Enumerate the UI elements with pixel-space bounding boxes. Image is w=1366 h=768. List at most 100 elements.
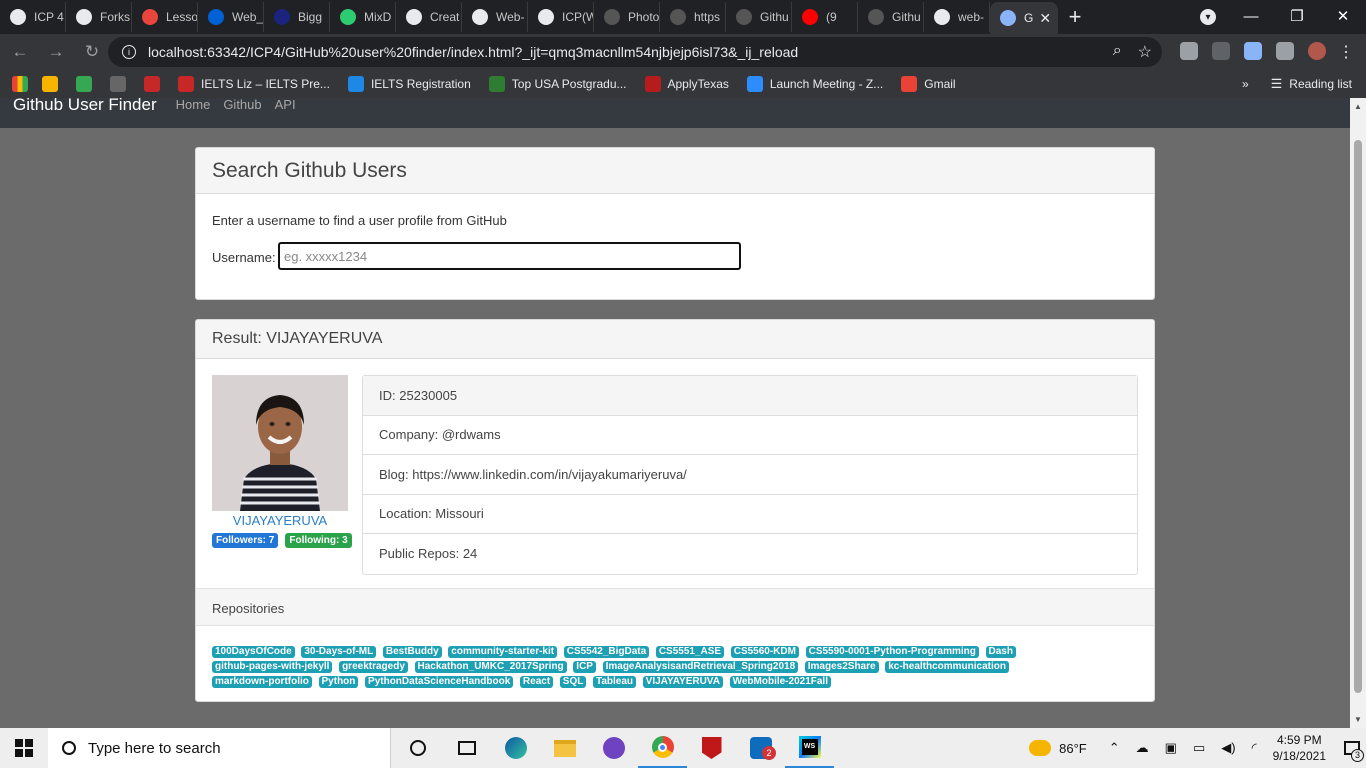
repo-badge[interactable]: markdown-portfolio bbox=[212, 676, 312, 688]
browser-menu-icon[interactable]: ⋮ bbox=[1338, 42, 1354, 62]
site-info-icon[interactable]: i bbox=[122, 45, 136, 59]
browser-tab[interactable]: web- bbox=[924, 2, 990, 32]
forward-icon[interactable]: → bbox=[40, 36, 72, 68]
browser-tab[interactable]: Lesso bbox=[132, 2, 198, 32]
repo-badge[interactable]: Hackathon_UMKC_2017Spring bbox=[414, 661, 567, 673]
github-desktop-icon[interactable] bbox=[589, 728, 638, 768]
more-bookmarks-icon[interactable]: » bbox=[1242, 77, 1249, 91]
nav-link-github[interactable]: Github bbox=[223, 98, 261, 113]
clock[interactable]: 4:59 PM 9/18/2021 bbox=[1273, 732, 1326, 764]
repo-badge[interactable]: community-starter-kit bbox=[448, 646, 558, 658]
tab-search-icon[interactable]: ▾ bbox=[1200, 9, 1216, 25]
bookmark-item[interactable] bbox=[42, 76, 58, 92]
scrollbar-thumb[interactable] bbox=[1354, 140, 1362, 693]
repo-badge[interactable]: CS5551_ASE bbox=[655, 646, 725, 658]
weather-icon[interactable] bbox=[1029, 740, 1052, 756]
edge-icon[interactable] bbox=[491, 728, 540, 768]
file-explorer-icon[interactable] bbox=[540, 728, 589, 768]
mail-icon[interactable]: 2 bbox=[736, 728, 785, 768]
browser-tab[interactable]: Githu bbox=[858, 2, 924, 32]
repo-badge[interactable]: Dash bbox=[985, 646, 1016, 658]
browser-tab[interactable]: ICP 4 bbox=[0, 2, 66, 32]
repo-badge[interactable]: ICP bbox=[573, 661, 596, 673]
profile-avatar[interactable] bbox=[1308, 42, 1326, 60]
chrome-icon[interactable] bbox=[638, 728, 687, 768]
bookmark-item[interactable]: IELTS Liz – IELTS Pre... bbox=[178, 76, 330, 92]
back-icon[interactable]: ← bbox=[4, 36, 36, 68]
bookmark-item[interactable]: Top USA Postgradu... bbox=[488, 76, 627, 92]
apps-icon[interactable] bbox=[12, 76, 28, 92]
battery-icon[interactable]: ▭ bbox=[1193, 740, 1205, 756]
onedrive-icon[interactable]: ☁ bbox=[1136, 740, 1149, 756]
webstorm-icon[interactable]: WS bbox=[785, 728, 834, 768]
browser-tab[interactable]: Web- bbox=[462, 2, 528, 32]
repo-badge[interactable]: Python bbox=[318, 676, 359, 688]
repo-badge[interactable]: 30-Days-of-ML bbox=[301, 646, 377, 658]
tray-chevron-icon[interactable]: ⌃ bbox=[1109, 740, 1120, 756]
temperature[interactable]: 86°F bbox=[1059, 741, 1087, 756]
browser-tab[interactable]: MixD bbox=[330, 2, 396, 32]
taskbar-search[interactable]: Type here to search bbox=[48, 728, 391, 768]
task-view-icon[interactable] bbox=[442, 728, 491, 768]
repo-badge[interactable]: BestBuddy bbox=[382, 646, 442, 658]
nav-link-home[interactable]: Home bbox=[176, 98, 211, 113]
volume-icon[interactable]: ◀) bbox=[1221, 740, 1235, 756]
repo-badge[interactable]: github-pages-with-jekyll bbox=[212, 661, 333, 673]
wifi-icon[interactable]: ◜ bbox=[1252, 740, 1257, 756]
cortana-icon[interactable] bbox=[393, 728, 442, 768]
profile-username-link[interactable]: VIJAYAYERUVA bbox=[212, 513, 348, 528]
browser-tab[interactable]: Bigg bbox=[264, 2, 330, 32]
notification-center-icon[interactable]: 3 bbox=[1338, 728, 1366, 768]
bookmark-item[interactable]: Launch Meeting - Z... bbox=[746, 76, 883, 92]
extension-icon[interactable] bbox=[1180, 42, 1198, 60]
bookmark-item[interactable] bbox=[76, 76, 92, 92]
browser-tab[interactable]: Forks bbox=[66, 2, 132, 32]
windows-start-icon[interactable] bbox=[0, 728, 48, 768]
browser-tab[interactable]: Githu bbox=[726, 2, 792, 32]
repo-badge[interactable]: 100DaysOfCode bbox=[212, 646, 295, 658]
browser-tab[interactable]: Creat bbox=[396, 2, 462, 32]
repo-badge[interactable]: ImageAnalysisandRetrieval_Spring2018 bbox=[602, 661, 799, 673]
reading-list-button[interactable]: ☰ Reading list bbox=[1271, 76, 1352, 92]
browser-tab[interactable]: Web_ bbox=[198, 2, 264, 32]
repo-badge[interactable]: VIJAYAYERUVA bbox=[642, 676, 723, 688]
page-scrollbar[interactable]: ▲ ▼ bbox=[1350, 98, 1366, 728]
bookmark-item[interactable]: IELTS Registration bbox=[347, 76, 471, 92]
restore-icon[interactable]: ❐ bbox=[1274, 0, 1320, 32]
bookmark-item[interactable] bbox=[110, 76, 126, 92]
username-input[interactable] bbox=[278, 242, 741, 270]
repo-badge[interactable]: React bbox=[519, 676, 554, 688]
device-icon[interactable]: ▣ bbox=[1165, 740, 1177, 756]
active-tab[interactable]: G ✕ bbox=[990, 2, 1058, 34]
shield-icon[interactable] bbox=[1212, 42, 1230, 60]
address-bar[interactable]: i localhost:63342/ICP4/GitHub%20user%20f… bbox=[108, 37, 1162, 67]
repo-badge[interactable]: PythonDataScienceHandbook bbox=[365, 676, 514, 688]
bookmark-item[interactable]: Gmail bbox=[901, 76, 956, 92]
new-tab-button[interactable]: + bbox=[1058, 2, 1092, 32]
close-window-icon[interactable]: ✕ bbox=[1320, 0, 1366, 32]
repo-badge[interactable]: SQL bbox=[559, 676, 587, 688]
browser-tab[interactable]: (9 bbox=[792, 2, 858, 32]
minimize-icon[interactable]: — bbox=[1228, 0, 1274, 32]
repo-badge[interactable]: greektragedy bbox=[339, 661, 408, 673]
nav-link-api[interactable]: API bbox=[275, 98, 296, 113]
scroll-up-icon[interactable]: ▲ bbox=[1354, 102, 1362, 111]
site-brand[interactable]: Github User Finder bbox=[13, 98, 157, 115]
repo-badge[interactable]: Images2Share bbox=[804, 661, 879, 673]
puzzle-icon[interactable] bbox=[1244, 42, 1262, 60]
browser-tab[interactable]: https bbox=[660, 2, 726, 32]
browser-tab[interactable]: ICP(W bbox=[528, 2, 594, 32]
repo-badge[interactable]: WebMobile-2021Fall bbox=[729, 676, 831, 688]
media-icon[interactable] bbox=[1276, 42, 1294, 60]
scroll-down-icon[interactable]: ▼ bbox=[1354, 715, 1362, 724]
zoom-search-icon[interactable]: ⌕ bbox=[1113, 42, 1122, 62]
repo-badge[interactable]: CS5542_BigData bbox=[563, 646, 650, 658]
repo-badge[interactable]: CS5560-KDM bbox=[730, 646, 799, 658]
repo-badge[interactable]: Tableau bbox=[592, 676, 637, 688]
mcafee-icon[interactable] bbox=[687, 728, 736, 768]
close-tab-icon[interactable]: ✕ bbox=[1039, 10, 1051, 27]
user-avatar[interactable] bbox=[212, 375, 348, 511]
bookmark-item[interactable] bbox=[144, 76, 160, 92]
repo-badge[interactable]: CS5590-0001-Python-Programming bbox=[805, 646, 979, 658]
bookmark-item[interactable]: ApplyTexas bbox=[644, 76, 729, 92]
